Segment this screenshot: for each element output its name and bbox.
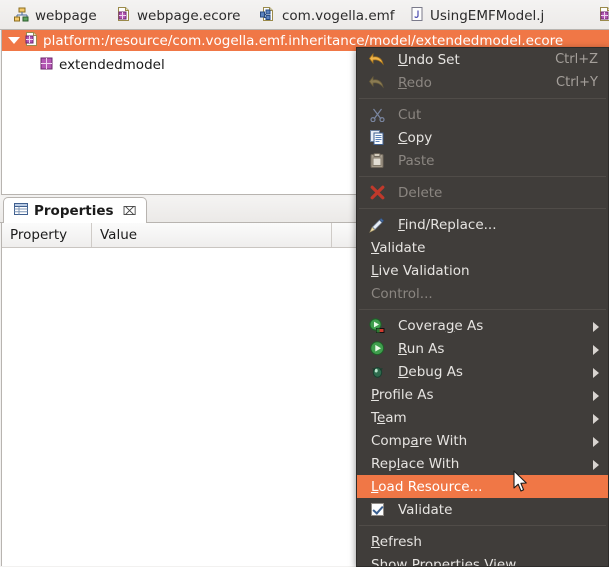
copy-icon xyxy=(367,126,387,149)
tab-label: webpage.ecore xyxy=(137,8,241,24)
menu-item-control: Control... xyxy=(357,282,608,305)
plugin-icon xyxy=(260,6,276,26)
tree-row-label: extendedmodel xyxy=(59,57,165,73)
column-header-value[interactable]: Value xyxy=(92,223,332,247)
editor-tab-bar: webpage webpage.ecore com.vogella.emf Us… xyxy=(0,0,609,30)
properties-table-icon xyxy=(14,202,28,220)
checkbox-checked-icon xyxy=(367,498,387,521)
submenu-arrow-icon xyxy=(593,322,599,332)
menu-item-label: Replace With xyxy=(371,455,460,472)
menu-separator xyxy=(359,309,606,310)
clipboard-paste-icon xyxy=(367,149,387,172)
java-file-icon xyxy=(410,6,424,26)
menu-item-label: Undo Set xyxy=(398,51,460,68)
submenu-arrow-icon xyxy=(593,414,599,424)
menu-item-label: Show Properties View xyxy=(371,556,517,567)
submenu-arrow-icon xyxy=(593,391,599,401)
menu-item-label: Find/Replace... xyxy=(398,216,497,233)
menu-item-shortcut: Ctrl+Z xyxy=(555,52,598,67)
menu-separator xyxy=(359,208,606,209)
menu-item-label: Delete xyxy=(398,184,443,201)
menu-item-team[interactable]: Team xyxy=(357,406,608,429)
submenu-arrow-icon xyxy=(593,460,599,470)
menu-separator xyxy=(359,98,606,99)
properties-tab-label: Properties xyxy=(34,202,114,219)
delete-x-icon xyxy=(367,181,387,204)
menu-item-label: Cut xyxy=(398,106,422,123)
menu-item-cut: Cut xyxy=(357,103,608,126)
menu-item-label: Copy xyxy=(398,129,433,146)
menu-item-profile-as[interactable]: Profile As xyxy=(357,383,608,406)
menu-item-label: Paste xyxy=(398,152,435,169)
menu-item-live-validation[interactable]: Live Validation xyxy=(357,259,608,282)
tab-label: webpage xyxy=(35,8,97,24)
menu-item-label: Validate xyxy=(371,239,426,256)
tab-overflow[interactable] xyxy=(594,2,609,30)
menu-item-replace-with[interactable]: Replace With xyxy=(357,452,608,475)
menu-item-delete: Delete xyxy=(357,181,608,204)
menu-item-compare-with[interactable]: Compare With xyxy=(357,429,608,452)
column-header-property[interactable]: Property xyxy=(2,223,92,247)
tab-properties[interactable]: Properties ⌧ xyxy=(3,197,148,223)
menu-item-label: Profile As xyxy=(371,386,434,403)
menu-item-label: Run As xyxy=(398,340,445,357)
run-play-icon xyxy=(367,337,387,360)
menu-item-validate[interactable]: Validate xyxy=(357,236,608,259)
menu-item-paste: Paste xyxy=(357,149,608,172)
find-replace-pencil-icon xyxy=(367,213,387,236)
context-menu[interactable]: Undo Set Ctrl+Z Redo Ctrl+Y Cut Copy Paste Dele… xyxy=(356,47,609,567)
menu-item-label: Control... xyxy=(371,285,433,302)
tab-com-vogella-emf[interactable]: com.vogella.emf xyxy=(250,2,405,30)
redo-arrow-icon xyxy=(367,71,387,94)
debug-bug-icon xyxy=(367,360,387,383)
tab-label: com.vogella.emf xyxy=(282,8,395,24)
tab-label: UsingEMFModel.j xyxy=(430,8,545,24)
scissors-icon xyxy=(367,103,387,126)
epackage-icon xyxy=(40,57,53,74)
menu-item-label: Load Resource... xyxy=(371,478,483,495)
menu-item-run-as[interactable]: Run As xyxy=(357,337,608,360)
submenu-arrow-icon xyxy=(593,437,599,447)
ecore-file-icon xyxy=(598,6,609,26)
mouse-pointer xyxy=(513,470,527,492)
submenu-arrow-icon xyxy=(593,345,599,355)
menu-item-label: Team xyxy=(371,409,407,426)
menu-item-show-properties-view[interactable]: Show Properties View xyxy=(357,553,608,567)
tab-webpage[interactable]: webpage xyxy=(4,2,107,30)
menu-item-redo: Redo Ctrl+Y xyxy=(357,71,608,94)
tab-usingemfmodel[interactable]: UsingEMFModel.j xyxy=(400,2,554,30)
ecore-file-icon xyxy=(116,6,131,26)
menu-item-label: Refresh xyxy=(371,533,422,550)
menu-item-validate[interactable]: Validate xyxy=(357,498,608,521)
menu-item-shortcut: Ctrl+Y xyxy=(556,75,598,90)
tab-webpage-ecore[interactable]: webpage.ecore xyxy=(106,2,250,30)
ecore-resource-icon xyxy=(24,31,39,51)
diagram-icon xyxy=(14,7,29,26)
menu-item-refresh[interactable]: Refresh xyxy=(357,530,608,553)
menu-item-copy[interactable]: Copy xyxy=(357,126,608,149)
checkbox-checked-icon[interactable] xyxy=(370,503,384,516)
menu-item-find-replace[interactable]: Find/Replace... xyxy=(357,213,608,236)
menu-item-label: Validate xyxy=(398,501,453,518)
menu-item-coverage-as[interactable]: Coverage As xyxy=(357,314,608,337)
menu-item-debug-as[interactable]: Debug As xyxy=(357,360,608,383)
menu-item-label: Coverage As xyxy=(398,317,484,334)
undo-arrow-icon xyxy=(367,48,387,71)
menu-item-label: Debug As xyxy=(398,363,463,380)
menu-item-label: Compare With xyxy=(371,432,468,449)
menu-item-label: Live Validation xyxy=(371,262,470,279)
close-icon[interactable]: ⌧ xyxy=(123,204,137,218)
menu-separator xyxy=(359,176,606,177)
menu-separator xyxy=(359,525,606,526)
coverage-run-icon xyxy=(367,314,387,337)
expand-collapse-arrow-icon[interactable] xyxy=(8,35,20,47)
menu-item-undo-set[interactable]: Undo Set Ctrl+Z xyxy=(357,48,608,71)
menu-item-load-resource[interactable]: Load Resource... xyxy=(357,475,608,498)
menu-item-label: Redo xyxy=(398,74,432,91)
submenu-arrow-icon xyxy=(593,368,599,378)
